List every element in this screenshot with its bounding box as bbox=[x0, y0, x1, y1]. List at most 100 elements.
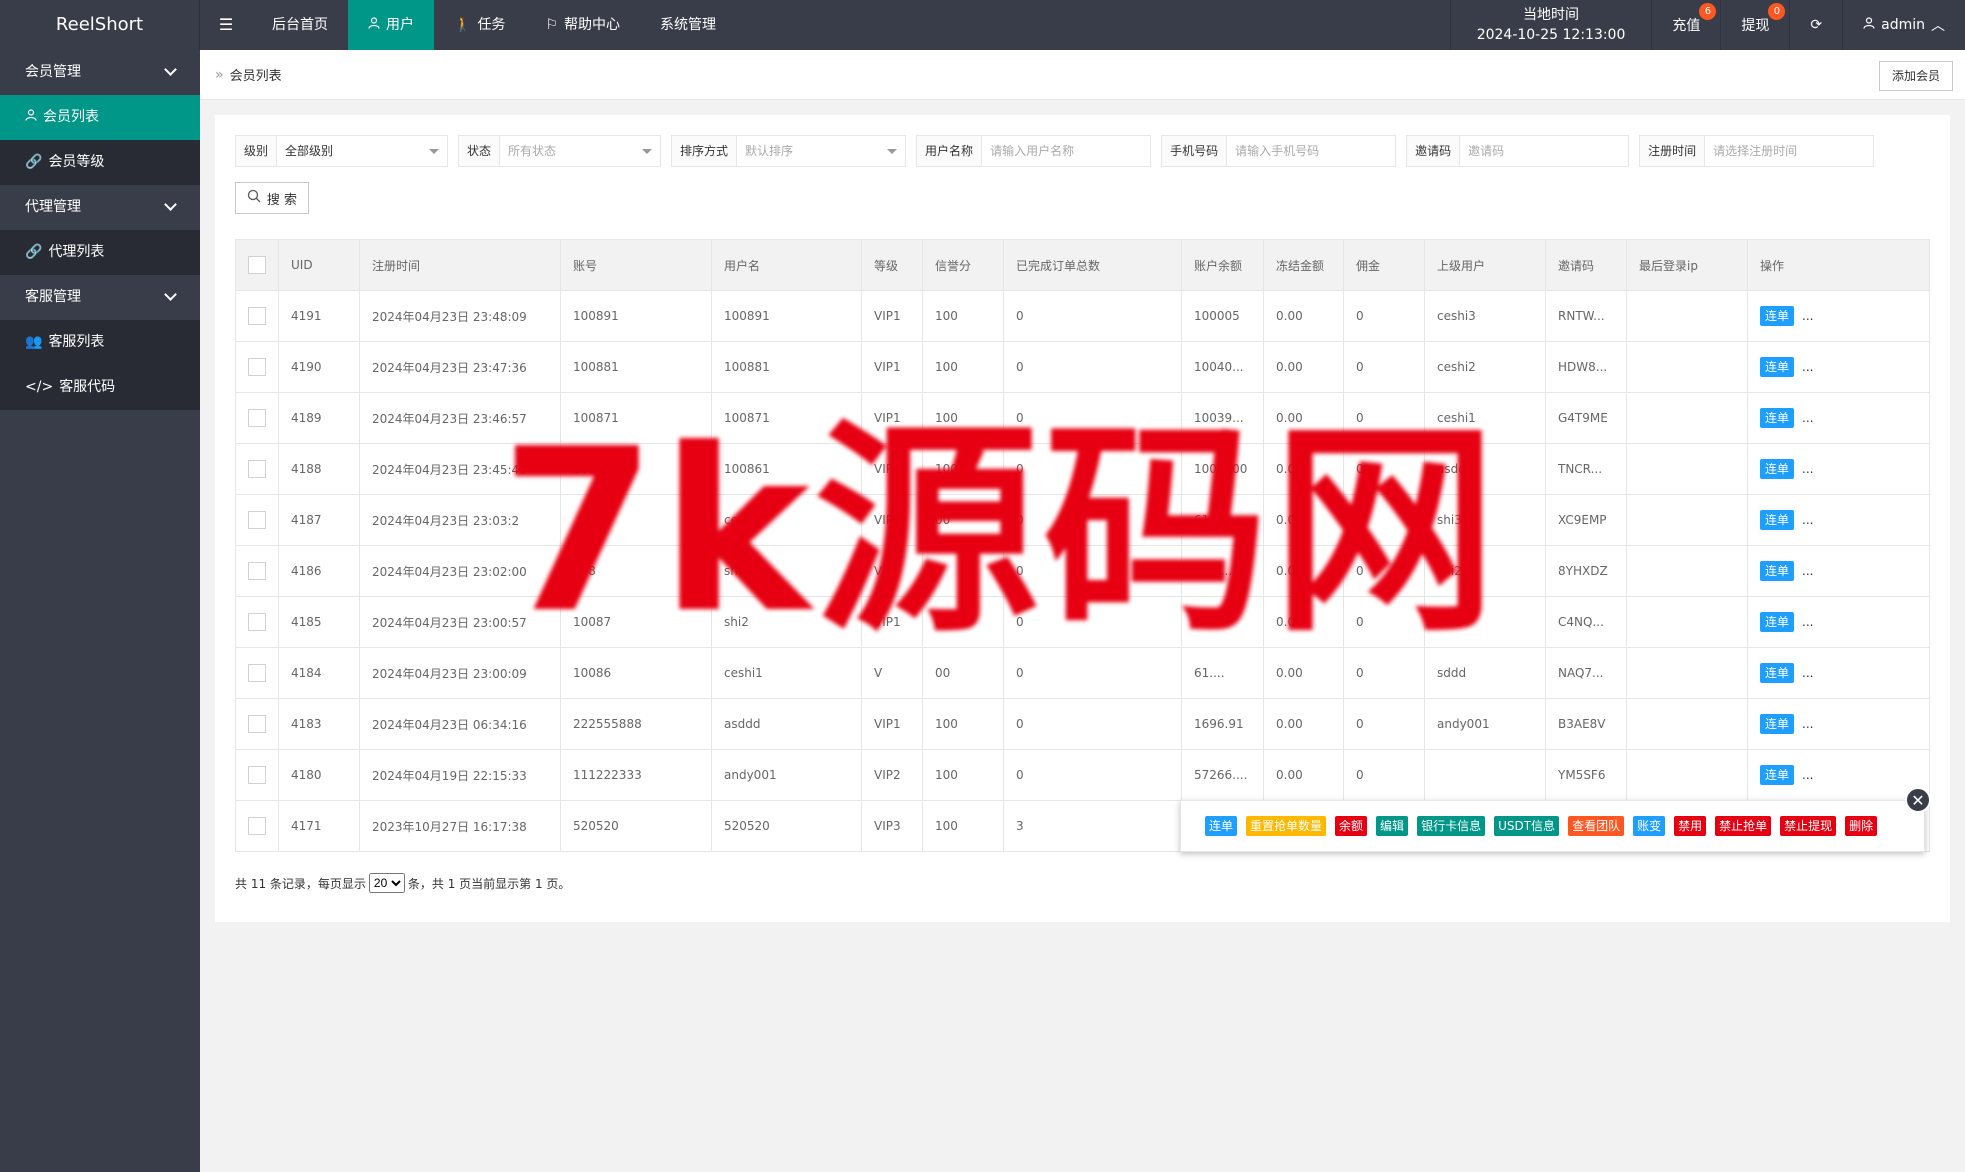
link-order-button[interactable]: 连单 bbox=[1760, 714, 1795, 734]
more-actions-icon[interactable]: ... bbox=[1802, 360, 1813, 374]
select-all-cell[interactable] bbox=[235, 239, 279, 291]
row-select-cell[interactable] bbox=[235, 443, 279, 495]
filter-username[interactable]: 用户名称 请输入用户名称 bbox=[916, 135, 1152, 167]
more-actions-icon[interactable]: ... bbox=[1802, 717, 1813, 731]
row-select-cell[interactable] bbox=[235, 647, 279, 699]
col-header[interactable]: 操作 bbox=[1747, 239, 1930, 291]
topnav-item-user[interactable]: 用户 bbox=[348, 0, 434, 50]
admin-menu[interactable]: admin ︿ bbox=[1842, 0, 1965, 50]
table-row[interactable]: 4183 2024年04月23日 06:34:16 222555888 asddd VI… bbox=[235, 698, 1930, 750]
col-header[interactable]: 佣金 bbox=[1343, 239, 1425, 291]
username-input[interactable]: 请输入用户名称 bbox=[982, 136, 1150, 166]
table-row[interactable]: 4190 2024年04月23日 23:47:36 100881 100881 VIP1… bbox=[235, 341, 1930, 393]
add-member-button[interactable]: 添加会员 bbox=[1878, 61, 1953, 91]
row-checkbox[interactable] bbox=[248, 511, 266, 529]
col-header[interactable]: 最后登录ip bbox=[1626, 239, 1748, 291]
action-button[interactable]: 余额 bbox=[1335, 816, 1368, 836]
link-order-button[interactable]: 连单 bbox=[1760, 510, 1795, 530]
action-button[interactable]: 查看团队 bbox=[1568, 816, 1625, 836]
col-header[interactable]: 信誉分 bbox=[922, 239, 1004, 291]
topnav-item-system[interactable]: 系统管理 bbox=[640, 0, 736, 50]
row-checkbox[interactable] bbox=[248, 307, 266, 325]
link-order-button[interactable]: 连单 bbox=[1760, 408, 1795, 428]
link-order-button[interactable]: 连单 bbox=[1760, 561, 1795, 581]
more-actions-icon[interactable]: ... bbox=[1802, 513, 1813, 527]
action-button[interactable]: 编辑 bbox=[1376, 816, 1409, 836]
more-actions-icon[interactable]: ... bbox=[1802, 768, 1813, 782]
sidebar-group-members[interactable]: 会员管理 bbox=[0, 50, 200, 95]
col-header[interactable]: 注册时间 bbox=[359, 239, 561, 291]
menu-toggle-icon[interactable]: ☰ bbox=[200, 0, 252, 50]
filter-sort[interactable]: 排序方式 默认排序 bbox=[671, 135, 907, 167]
breadcrumb-current[interactable]: 会员列表 bbox=[230, 65, 282, 84]
row-checkbox[interactable] bbox=[248, 664, 266, 682]
filter-level-select[interactable]: 全部级别 bbox=[277, 136, 447, 166]
search-button[interactable]: 搜 索 bbox=[235, 182, 309, 214]
action-button[interactable]: 银行卡信息 bbox=[1417, 816, 1486, 836]
row-select-cell[interactable] bbox=[235, 290, 279, 342]
row-checkbox[interactable] bbox=[248, 715, 266, 733]
table-row[interactable]: 4184 2024年04月23日 23:00:09 10086 ceshi1 V 00 0 6… bbox=[235, 647, 1930, 699]
row-checkbox[interactable] bbox=[248, 358, 266, 376]
action-button[interactable]: 禁止提现 bbox=[1780, 816, 1837, 836]
table-row[interactable]: 4191 2024年04月23日 23:48:09 100891 100891 VIP1… bbox=[235, 290, 1930, 342]
col-header[interactable]: 上级用户 bbox=[1424, 239, 1546, 291]
sidebar-item-agent-list[interactable]: 🔗 代理列表 bbox=[0, 230, 200, 275]
table-row[interactable]: 4188 2024年04月23日 23:45:46 100861 100861 VIP2… bbox=[235, 443, 1930, 495]
table-row[interactable]: 4187 2024年04月23日 23:03:2 ceshi4 VIP1 00 0 616.… bbox=[235, 494, 1930, 546]
more-actions-icon[interactable]: ... bbox=[1802, 309, 1813, 323]
col-header[interactable]: 冻结金额 bbox=[1263, 239, 1344, 291]
row-select-cell[interactable] bbox=[235, 545, 279, 597]
action-button[interactable]: 禁止抢单 bbox=[1715, 816, 1772, 836]
link-order-button[interactable]: 连单 bbox=[1760, 357, 1795, 377]
action-button[interactable]: USDT信息 bbox=[1494, 816, 1560, 836]
more-actions-icon[interactable]: ... bbox=[1802, 615, 1813, 629]
col-header[interactable]: UID bbox=[278, 239, 360, 291]
table-row[interactable]: 4185 2024年04月23日 23:00:57 10087 shi2 VIP1 00 0… bbox=[235, 596, 1930, 648]
recharge-button[interactable]: 充值 6 bbox=[1651, 0, 1720, 50]
row-checkbox[interactable] bbox=[248, 613, 266, 631]
row-select-cell[interactable] bbox=[235, 749, 279, 801]
phone-input[interactable]: 请输入手机号码 bbox=[1227, 136, 1395, 166]
filter-invite-code[interactable]: 邀请码 邀请码 bbox=[1406, 135, 1630, 167]
sidebar-item-member-list[interactable]: 会员列表 bbox=[0, 95, 200, 140]
link-order-button[interactable]: 连单 bbox=[1760, 663, 1795, 683]
col-header[interactable]: 已完成订单总数 bbox=[1003, 239, 1182, 291]
action-button[interactable]: 连单 bbox=[1205, 816, 1238, 836]
action-button[interactable]: 禁用 bbox=[1674, 816, 1707, 836]
filter-level[interactable]: 级别 全部级别 bbox=[235, 135, 449, 167]
register-time-input[interactable]: 请选择注册时间 bbox=[1705, 136, 1873, 166]
more-actions-icon[interactable]: ... bbox=[1802, 462, 1813, 476]
action-button[interactable]: 账变 bbox=[1633, 816, 1666, 836]
table-row[interactable]: 4186 2024年04月23日 23:02:00 088 shi3 VI 0 571...… bbox=[235, 545, 1930, 597]
refresh-icon[interactable]: ⟳ bbox=[1789, 0, 1842, 50]
filter-status-select[interactable]: 所有状态 bbox=[500, 136, 660, 166]
more-actions-icon[interactable]: ... bbox=[1802, 666, 1813, 680]
invite-code-input[interactable]: 邀请码 bbox=[1460, 136, 1628, 166]
col-header[interactable]: 账户余额 bbox=[1181, 239, 1264, 291]
sidebar-item-member-level[interactable]: 🔗 会员等级 bbox=[0, 140, 200, 185]
row-select-cell[interactable] bbox=[235, 392, 279, 444]
row-checkbox[interactable] bbox=[248, 817, 266, 835]
link-order-button[interactable]: 连单 bbox=[1760, 306, 1795, 326]
per-page-select[interactable]: 20 bbox=[368, 873, 405, 893]
select-all-checkbox[interactable] bbox=[248, 256, 266, 274]
sidebar-item-support-list[interactable]: 👥 客服列表 bbox=[0, 320, 200, 365]
filter-register-time[interactable]: 注册时间 请选择注册时间 bbox=[1639, 135, 1875, 167]
row-checkbox[interactable] bbox=[248, 562, 266, 580]
row-select-cell[interactable] bbox=[235, 494, 279, 546]
topnav-item-help[interactable]: ⚐ 帮助中心 bbox=[525, 0, 640, 50]
sidebar-group-agents[interactable]: 代理管理 bbox=[0, 185, 200, 230]
close-icon[interactable]: ✕ bbox=[1905, 787, 1931, 813]
link-order-button[interactable]: 连单 bbox=[1760, 612, 1795, 632]
row-checkbox[interactable] bbox=[248, 460, 266, 478]
row-select-cell[interactable] bbox=[235, 698, 279, 750]
row-checkbox[interactable] bbox=[248, 409, 266, 427]
more-actions-icon[interactable]: ... bbox=[1802, 564, 1813, 578]
row-select-cell[interactable] bbox=[235, 341, 279, 393]
link-order-button[interactable]: 连单 bbox=[1760, 765, 1795, 785]
filter-sort-select[interactable]: 默认排序 bbox=[737, 136, 905, 166]
action-button[interactable]: 重置抢单数量 bbox=[1246, 816, 1327, 836]
sidebar-group-support[interactable]: 客服管理 bbox=[0, 275, 200, 320]
filter-phone[interactable]: 手机号码 请输入手机号码 bbox=[1161, 135, 1397, 167]
